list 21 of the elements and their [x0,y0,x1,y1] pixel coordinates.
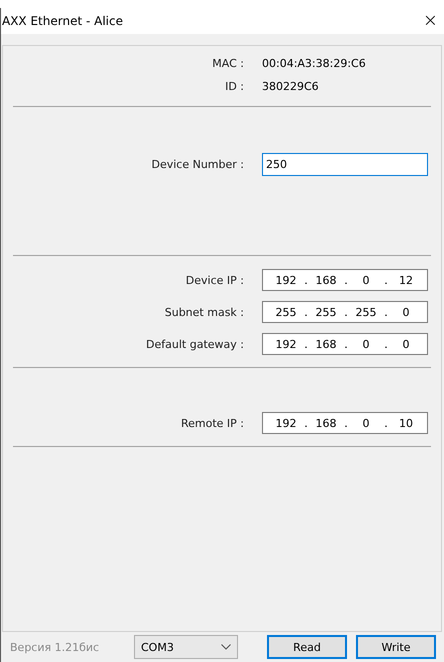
field-label: MAC : [211,57,244,70]
window-title: AXX Ethernet - Alice [2,14,123,28]
field-label: Subnet mask : [164,306,244,318]
close-button[interactable]: × [422,12,438,30]
chevron-down-icon [221,644,231,650]
ip-address-field[interactable]: 192 . 168 . 0 . 12 [262,269,428,291]
field-label: Remote IP : [180,416,244,430]
info-value: 00:04:A3:38:29:C6 [262,57,366,70]
info-value: 380229C6 [262,80,319,93]
port-dropdown[interactable]: COM3 [134,635,238,659]
field-label: Device IP : [184,274,244,286]
write-button[interactable]: Write [356,635,436,659]
field-label: Device Number : [150,158,244,171]
ip-address-field[interactable]: 192 . 168 . 0 . 10 [262,412,428,434]
version-label: Версия 1.21бис [10,640,100,654]
field-label: Default gateway : [145,338,244,350]
device-number-field[interactable]: 250 [262,153,428,176]
ip-address-field[interactable]: 255 . 255 . 255 . 0 [262,301,428,323]
field-label: ID : [224,80,244,93]
read-button[interactable]: Read [267,635,347,659]
ip-address-field[interactable]: 192 . 168 . 0 . 0 [262,333,428,355]
